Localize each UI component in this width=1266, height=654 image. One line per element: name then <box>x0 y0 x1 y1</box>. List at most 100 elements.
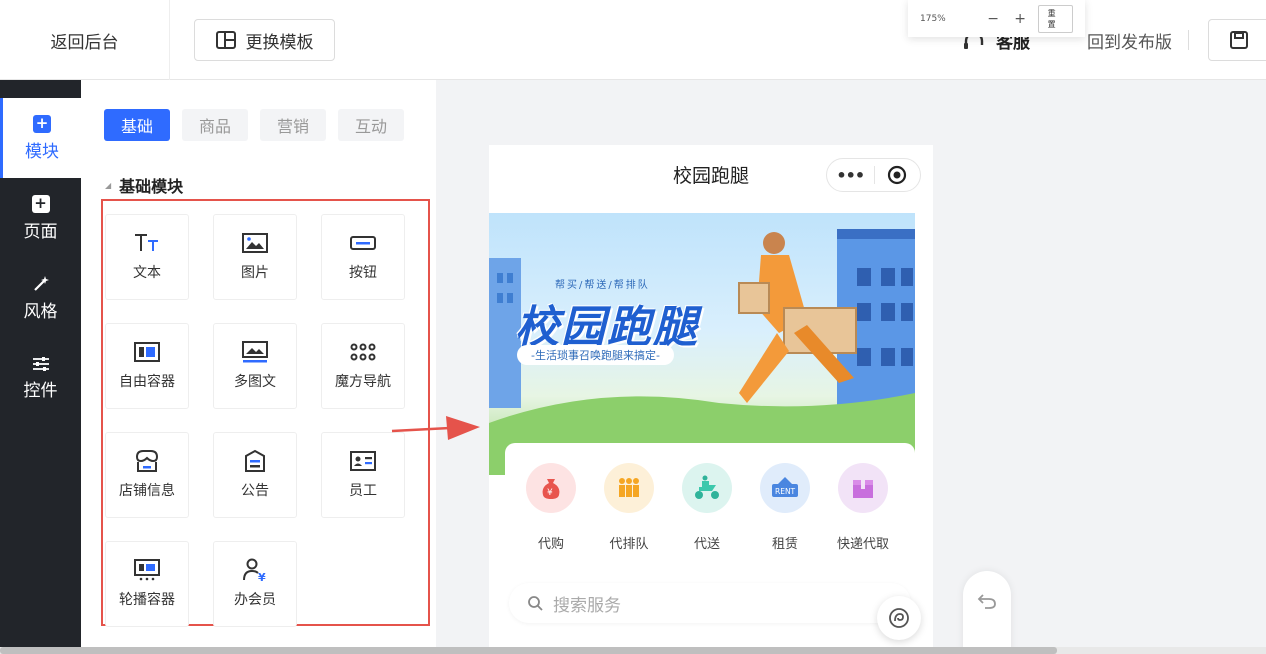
undo-icon[interactable] <box>977 593 997 609</box>
multi-image-text-icon <box>242 341 268 363</box>
button-icon <box>350 232 376 254</box>
money-bag-icon: ¥ <box>526 463 576 513</box>
svg-text:RENT: RENT <box>775 487 796 496</box>
sidebar-item-label: 页面 <box>23 221 58 242</box>
service-label: 代购 <box>537 537 564 552</box>
sidebar-item-label: 控件 <box>23 380 58 401</box>
delivery-scooter-icon <box>682 463 732 513</box>
module-label: 图片 <box>241 265 269 281</box>
plus-square-icon: + <box>33 114 51 133</box>
queue-people-icon <box>604 463 654 513</box>
sidebar-item-label: 模块 <box>25 141 59 162</box>
banner-subtitle: 帮买/帮送/帮排队 <box>555 280 650 291</box>
module-label: 魔方导航 <box>335 374 391 390</box>
module-label: 文本 <box>133 265 161 281</box>
swap-template-button[interactable]: 更换模板 <box>194 19 335 61</box>
free-container-icon <box>134 341 160 363</box>
zoom-out-button[interactable]: − <box>980 11 1007 27</box>
scrollbar-thumb[interactable] <box>0 647 1057 654</box>
rent-sign-icon: RENT <box>760 463 810 513</box>
service-label: 代送 <box>693 537 720 552</box>
section-header[interactable]: ◢ 基础模块 <box>105 173 183 197</box>
back-to-admin-button[interactable]: 返回后台 <box>0 0 170 80</box>
module-free-container[interactable]: 自由容器 <box>105 323 189 409</box>
plus-square-icon: + <box>31 194 50 213</box>
service-item-purchase[interactable]: ¥ 代购 <box>516 463 586 552</box>
phone-preview: 校园跑腿 ••• 帮买/帮送/帮排队 校园跑腿 -生活琐事召唤跑腿来搞定- ¥ … <box>489 145 933 654</box>
search-placeholder: 搜索服务 <box>553 595 621 616</box>
member-icon: ¥ <box>242 558 268 582</box>
service-label: 代排队 <box>609 537 649 552</box>
parcel-icon <box>838 463 888 513</box>
hero-banner[interactable]: 帮买/帮送/帮排队 校园跑腿 -生活琐事召唤跑腿来搞定- <box>489 213 915 475</box>
sidebar-item-controls[interactable]: 控件 <box>0 338 81 418</box>
module-text[interactable]: 文本 <box>105 214 189 300</box>
module-carousel-container[interactable]: 轮播容器 <box>105 541 189 627</box>
module-label: 按钮 <box>349 265 377 281</box>
layout-icon <box>215 31 236 49</box>
revert-to-published-button[interactable]: 回到发布版 <box>1087 28 1172 53</box>
staff-card-icon <box>350 450 376 472</box>
zoom-in-button[interactable]: + <box>1007 11 1034 27</box>
svg-text:¥: ¥ <box>547 488 553 498</box>
module-label: 自由容器 <box>119 374 175 390</box>
red-arrow-annotation <box>391 416 480 440</box>
module-notice[interactable]: 公告 <box>213 432 297 518</box>
store-icon <box>134 450 160 472</box>
more-dots-icon[interactable]: ••• <box>827 166 874 185</box>
banner-slogan: -生活琐事召唤跑腿来搞定- <box>517 345 674 365</box>
section-title: 基础模块 <box>119 177 184 196</box>
module-label: 公告 <box>241 483 269 499</box>
tab-basic[interactable]: 基础 <box>104 109 170 141</box>
sliders-icon <box>32 356 49 371</box>
text-icon <box>134 232 160 254</box>
zoom-popover: 175% − + 重置 <box>908 0 1085 37</box>
module-member[interactable]: ¥ 办会员 <box>213 541 297 627</box>
module-button[interactable]: 按钮 <box>321 214 405 300</box>
sidebar-item-modules[interactable]: + 模块 <box>0 98 81 178</box>
tab-interaction[interactable]: 互动 <box>338 109 404 141</box>
module-image[interactable]: 图片 <box>213 214 297 300</box>
horizontal-scrollbar[interactable] <box>0 647 1266 654</box>
tab-goods[interactable]: 商品 <box>182 109 248 141</box>
link-swirl-icon <box>889 608 909 628</box>
service-item-rent[interactable]: RENT 租赁 <box>750 463 820 552</box>
module-panel: 基础 商品 营销 互动 ◢ 基础模块 文本 图片 按钮 自由容器 多图文 魔方导… <box>81 80 436 654</box>
search-input[interactable]: 搜索服务 <box>509 583 911 623</box>
save-button[interactable] <box>1208 19 1266 61</box>
module-label: 办会员 <box>234 592 276 608</box>
service-item-parcel-pickup[interactable]: 快递代取 <box>828 463 898 552</box>
module-multi-image-text[interactable]: 多图文 <box>213 323 297 409</box>
grid-nav-icon <box>350 341 376 363</box>
undo-toolbar <box>963 571 1011 654</box>
service-item-delivery[interactable]: 代送 <box>672 463 742 552</box>
zoom-level: 175% <box>920 13 946 24</box>
save-icon <box>1230 31 1248 49</box>
service-label: 租赁 <box>771 537 798 552</box>
tab-marketing[interactable]: 营销 <box>260 109 326 141</box>
service-label: 快递代取 <box>836 537 889 552</box>
carousel-icon <box>134 559 160 581</box>
module-store-info[interactable]: 店铺信息 <box>105 432 189 518</box>
sidebar-item-style[interactable]: 风格 <box>0 258 81 338</box>
divider <box>1188 30 1189 50</box>
module-label: 店铺信息 <box>119 483 175 499</box>
svg-text:¥: ¥ <box>258 571 266 582</box>
module-label: 员工 <box>349 483 377 499</box>
service-item-queue[interactable]: 代排队 <box>594 463 664 552</box>
sidebar-item-page[interactable]: + 页面 <box>0 178 81 258</box>
image-icon <box>242 232 268 254</box>
close-target-icon[interactable] <box>874 165 920 185</box>
zoom-reset-button[interactable]: 重置 <box>1037 4 1073 33</box>
module-grid-nav[interactable]: 魔方导航 <box>321 323 405 409</box>
swap-template-label: 更换模板 <box>245 32 314 53</box>
module-label: 多图文 <box>234 374 276 390</box>
notice-icon <box>242 449 268 472</box>
floating-help-button[interactable] <box>877 596 921 640</box>
magic-wand-icon <box>33 275 49 291</box>
left-sidebar: + 模块 + 页面 风格 控件 <box>0 80 81 654</box>
module-label: 轮播容器 <box>119 592 175 608</box>
service-nav: ¥ 代购 代排队 代送 RENT 租赁 快递代取 <box>505 443 915 563</box>
mini-program-capsule[interactable]: ••• <box>826 158 921 192</box>
sidebar-item-label: 风格 <box>23 301 58 322</box>
